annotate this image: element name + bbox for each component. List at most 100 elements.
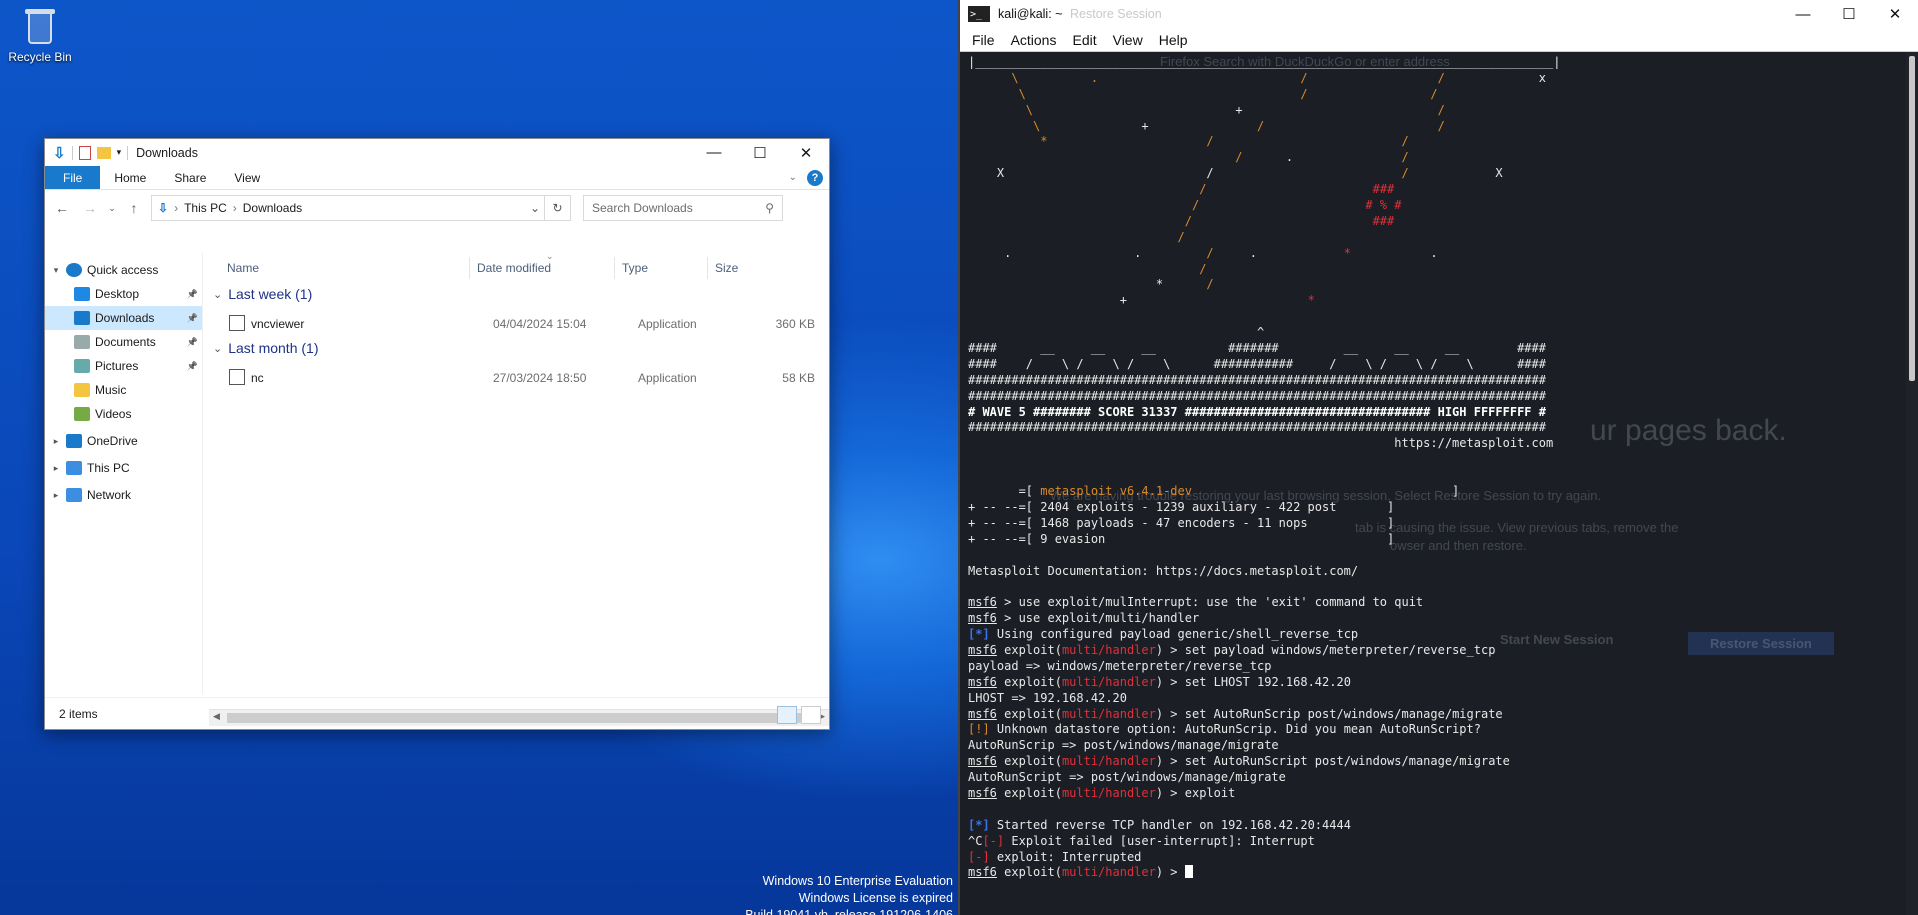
minimize-button[interactable]: — [691, 139, 737, 166]
pin-icon[interactable]: 📌 [187, 337, 198, 348]
column-size[interactable]: Size [715, 261, 738, 275]
menu-actions[interactable]: Actions [1011, 32, 1057, 48]
tab-file[interactable]: File [45, 166, 101, 189]
tab-share[interactable]: Share [160, 166, 220, 189]
chevron-right-icon[interactable]: ▸ [51, 436, 61, 447]
nav-item-onedrive[interactable]: ▸ OneDrive [45, 429, 202, 453]
nav-item-this-pc[interactable]: ▸ This PC [45, 456, 202, 480]
terminal-text: . [1011, 245, 1142, 260]
terminal-titlebar[interactable]: >_ kali@kali: ~ Restore Session — ☐ ✕ [960, 0, 1918, 28]
expand-ribbon-icon[interactable]: ⌄ [789, 172, 797, 183]
recent-locations-button[interactable]: ⌄ [107, 203, 117, 214]
address-toolbar: ← → ⌄ ↑ ⇩ › This PC › Downloads ⌄ ↻ Sear… [45, 190, 829, 226]
terminal-line: payload => windows/meterpreter/reverse_t… [968, 659, 1560, 675]
terminal-text: X / [968, 166, 1214, 181]
terminal-window: >_ kali@kali: ~ Restore Session — ☐ ✕ Fi… [958, 0, 1918, 915]
search-input[interactable]: Search Downloads ⚲ [583, 195, 783, 221]
terminal-line: msf6 > use exploit/multi/handler [968, 611, 1560, 627]
column-date-modified[interactable]: Date modified [477, 261, 551, 275]
column-name[interactable]: Name [227, 261, 259, 275]
nav-item-videos[interactable]: Videos [45, 402, 202, 426]
chevron-down-icon[interactable]: ▾ [51, 265, 61, 276]
chevron-down-icon[interactable]: ⌄ [213, 342, 222, 355]
pin-icon[interactable]: 📌 [187, 289, 198, 300]
help-icon[interactable]: ? [807, 169, 823, 186]
address-dropdown-icon[interactable]: ⌄ [530, 201, 540, 215]
nav-item-music[interactable]: Music [45, 378, 202, 402]
chevron-down-icon[interactable]: ▾ [117, 147, 122, 158]
nav-item-downloads[interactable]: Downloads 📌 [45, 306, 202, 330]
terminal-text: multi/handler [1061, 706, 1156, 721]
terminal-text: multi/handler [1061, 642, 1156, 657]
terminal-text: [-] [982, 833, 1005, 848]
nav-item-label: Downloads [95, 311, 155, 325]
new-folder-icon[interactable] [96, 146, 111, 159]
terminal-line: msf6 exploit(multi/handler) > exploit [968, 786, 1560, 802]
file-size: 58 KB [782, 371, 815, 385]
terminal-text: / [1307, 86, 1438, 101]
details-view-button[interactable] [777, 706, 797, 724]
search-icon: ⚲ [765, 201, 774, 215]
scrollbar-thumb[interactable] [1909, 56, 1915, 381]
large-icons-view-button[interactable] [801, 706, 821, 724]
terminal-screen[interactable]: Firefox Search with DuckDuckGo or enter … [960, 52, 1906, 915]
terminal-text: / [968, 198, 1200, 213]
breadcrumb-this-pc[interactable]: This PC [184, 201, 227, 215]
terminal-line: + * [968, 293, 1560, 309]
group-header[interactable]: ⌄ Last month (1) [213, 340, 318, 356]
terminal-text: Metasploit Documentation: https://docs.m… [968, 563, 1359, 578]
minimize-button[interactable]: — [1780, 0, 1826, 28]
group-header[interactable]: ⌄ Last week (1) [213, 286, 312, 302]
breadcrumb-downloads[interactable]: Downloads [243, 201, 302, 215]
terminal-text: multi/handler [1061, 865, 1156, 880]
menu-file[interactable]: File [972, 32, 995, 48]
nav-item-documents[interactable]: Documents 📌 [45, 330, 202, 354]
properties-icon[interactable] [78, 145, 91, 160]
nav-item-desktop[interactable]: Desktop 📌 [45, 282, 202, 306]
terminal-text: Unknown datastore option: AutoRunScrip. … [989, 722, 1481, 737]
nav-item-label: Pictures [95, 359, 139, 373]
up-button[interactable]: ↑ [123, 200, 145, 216]
pin-icon[interactable]: 📌 [187, 313, 198, 324]
terminal-text: https://metasploit.com [968, 436, 1554, 451]
refresh-button[interactable]: ↻ [544, 196, 570, 220]
nav-item-quick-access[interactable]: ▾ Quick access [45, 258, 202, 282]
download-arrow-icon: ⇩ [158, 201, 169, 215]
address-bar[interactable]: ⇩ › This PC › Downloads ⌄ ↻ [151, 195, 571, 221]
network-icon [66, 488, 82, 502]
download-arrow-icon: ⇩ [53, 144, 66, 162]
back-button[interactable]: ← [51, 200, 73, 216]
terminal-text: msf6 [968, 754, 997, 769]
explorer-titlebar[interactable]: ⇩ ▾ Downloads — ☐ ✕ [45, 139, 829, 166]
terminal-line: \ . / / x [968, 71, 1560, 87]
menu-edit[interactable]: Edit [1072, 32, 1096, 48]
column-type[interactable]: Type [622, 261, 648, 275]
music-icon [74, 383, 90, 397]
chevron-right-icon[interactable]: ▸ [51, 490, 61, 501]
tab-home[interactable]: Home [100, 166, 160, 189]
terminal-text: [*] [968, 817, 990, 832]
tab-view[interactable]: View [220, 166, 274, 189]
table-row[interactable]: nc 27/03/2024 18:50 Application 58 KB [229, 367, 819, 389]
maximize-button[interactable]: ☐ [1826, 0, 1872, 28]
terminal-menubar: File Actions Edit View Help [960, 28, 1918, 52]
nav-item-network[interactable]: ▸ Network [45, 483, 202, 507]
chevron-right-icon[interactable]: ▸ [51, 463, 61, 474]
table-row[interactable]: vncviewer 04/04/2024 15:04 Application 360 … [229, 313, 819, 335]
chevron-down-icon[interactable]: ⌄ [213, 288, 222, 301]
menu-help[interactable]: Help [1159, 32, 1188, 48]
maximize-button[interactable]: ☐ [737, 139, 783, 166]
recycle-bin[interactable]: Recycle Bin [4, 4, 76, 64]
terminal-line: * / / [968, 134, 1560, 150]
terminal-text: * [1126, 293, 1315, 308]
terminal-scrollbar[interactable] [1906, 52, 1918, 915]
nav-item-pictures[interactable]: Pictures 📌 [45, 354, 202, 378]
menu-view[interactable]: View [1113, 32, 1143, 48]
terminal-text: \ [968, 70, 1019, 85]
pin-icon[interactable]: 📌 [187, 361, 198, 372]
ribbon-tabs: File Home Share View ⌄ ? [45, 166, 829, 190]
terminal-text: ### [1191, 213, 1395, 228]
close-button[interactable]: ✕ [1872, 0, 1918, 28]
close-button[interactable]: ✕ [783, 139, 829, 166]
forward-button[interactable]: → [79, 200, 101, 216]
